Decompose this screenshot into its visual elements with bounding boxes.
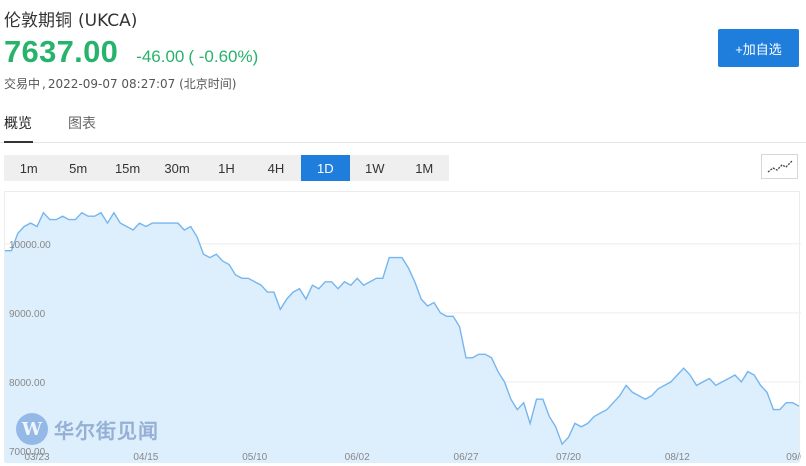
- chart-type-button[interactable]: [761, 154, 798, 179]
- period-1m[interactable]: 1m: [4, 155, 53, 181]
- line-chart-icon: [767, 160, 792, 173]
- x-tick-label: 03/23: [25, 452, 50, 463]
- change-value: -46.00: [136, 47, 185, 66]
- trading-status: 交易中, 2022-09-07 08:27:07 (北京时间): [4, 75, 237, 92]
- status-timestamp: 2022-09-07 08:27:07: [47, 77, 176, 91]
- price-change: -46.00( -0.60%): [136, 47, 258, 67]
- price-row: 7637.00 -46.00( -0.60%): [4, 34, 258, 70]
- instrument-code: (UKCA): [78, 11, 138, 31]
- period-selector: 1m 5m 15m 30m 1H 4H 1D 1W 1M: [4, 155, 449, 181]
- period-1w[interactable]: 1W: [350, 155, 399, 181]
- change-percent: ( -0.60%): [188, 47, 259, 66]
- x-tick-label: 06/27: [454, 452, 479, 463]
- section-tabs: 概览 图表: [0, 113, 806, 143]
- x-tick-label: 07/20: [556, 452, 581, 463]
- period-1d[interactable]: 1D: [300, 155, 351, 181]
- watermark-logo-icon: W: [16, 413, 48, 445]
- x-tick-label: 09/0: [786, 452, 801, 463]
- status-separator: ,: [42, 77, 46, 91]
- period-15m[interactable]: 15m: [103, 155, 152, 181]
- y-tick-label: 9000.00: [9, 309, 46, 320]
- status-timezone: (北京时间): [179, 77, 237, 91]
- y-tick-label: 10000.00: [9, 240, 51, 251]
- period-30m[interactable]: 30m: [152, 155, 201, 181]
- instrument-title: 伦敦期铜 (UKCA): [4, 6, 137, 31]
- period-5m[interactable]: 5m: [53, 155, 102, 181]
- x-tick-label: 06/02: [345, 452, 370, 463]
- tab-overview[interactable]: 概览: [4, 113, 33, 143]
- status-text: 交易中: [4, 77, 41, 91]
- y-tick-label: 8000.00: [9, 378, 46, 389]
- period-1mo[interactable]: 1M: [400, 155, 449, 181]
- watermark: W 华尔街见闻: [16, 413, 159, 445]
- x-tick-label: 05/10: [242, 452, 267, 463]
- period-4h[interactable]: 4H: [251, 155, 300, 181]
- tab-charts[interactable]: 图表: [68, 113, 96, 142]
- instrument-name: 伦敦期铜: [4, 11, 72, 31]
- x-tick-label: 04/15: [133, 452, 158, 463]
- add-watchlist-button[interactable]: +加自选: [718, 29, 799, 67]
- last-price: 7637.00: [4, 34, 119, 69]
- x-tick-label: 08/12: [665, 452, 690, 463]
- watermark-text: 华尔街见闻: [54, 418, 159, 443]
- period-1h[interactable]: 1H: [202, 155, 251, 181]
